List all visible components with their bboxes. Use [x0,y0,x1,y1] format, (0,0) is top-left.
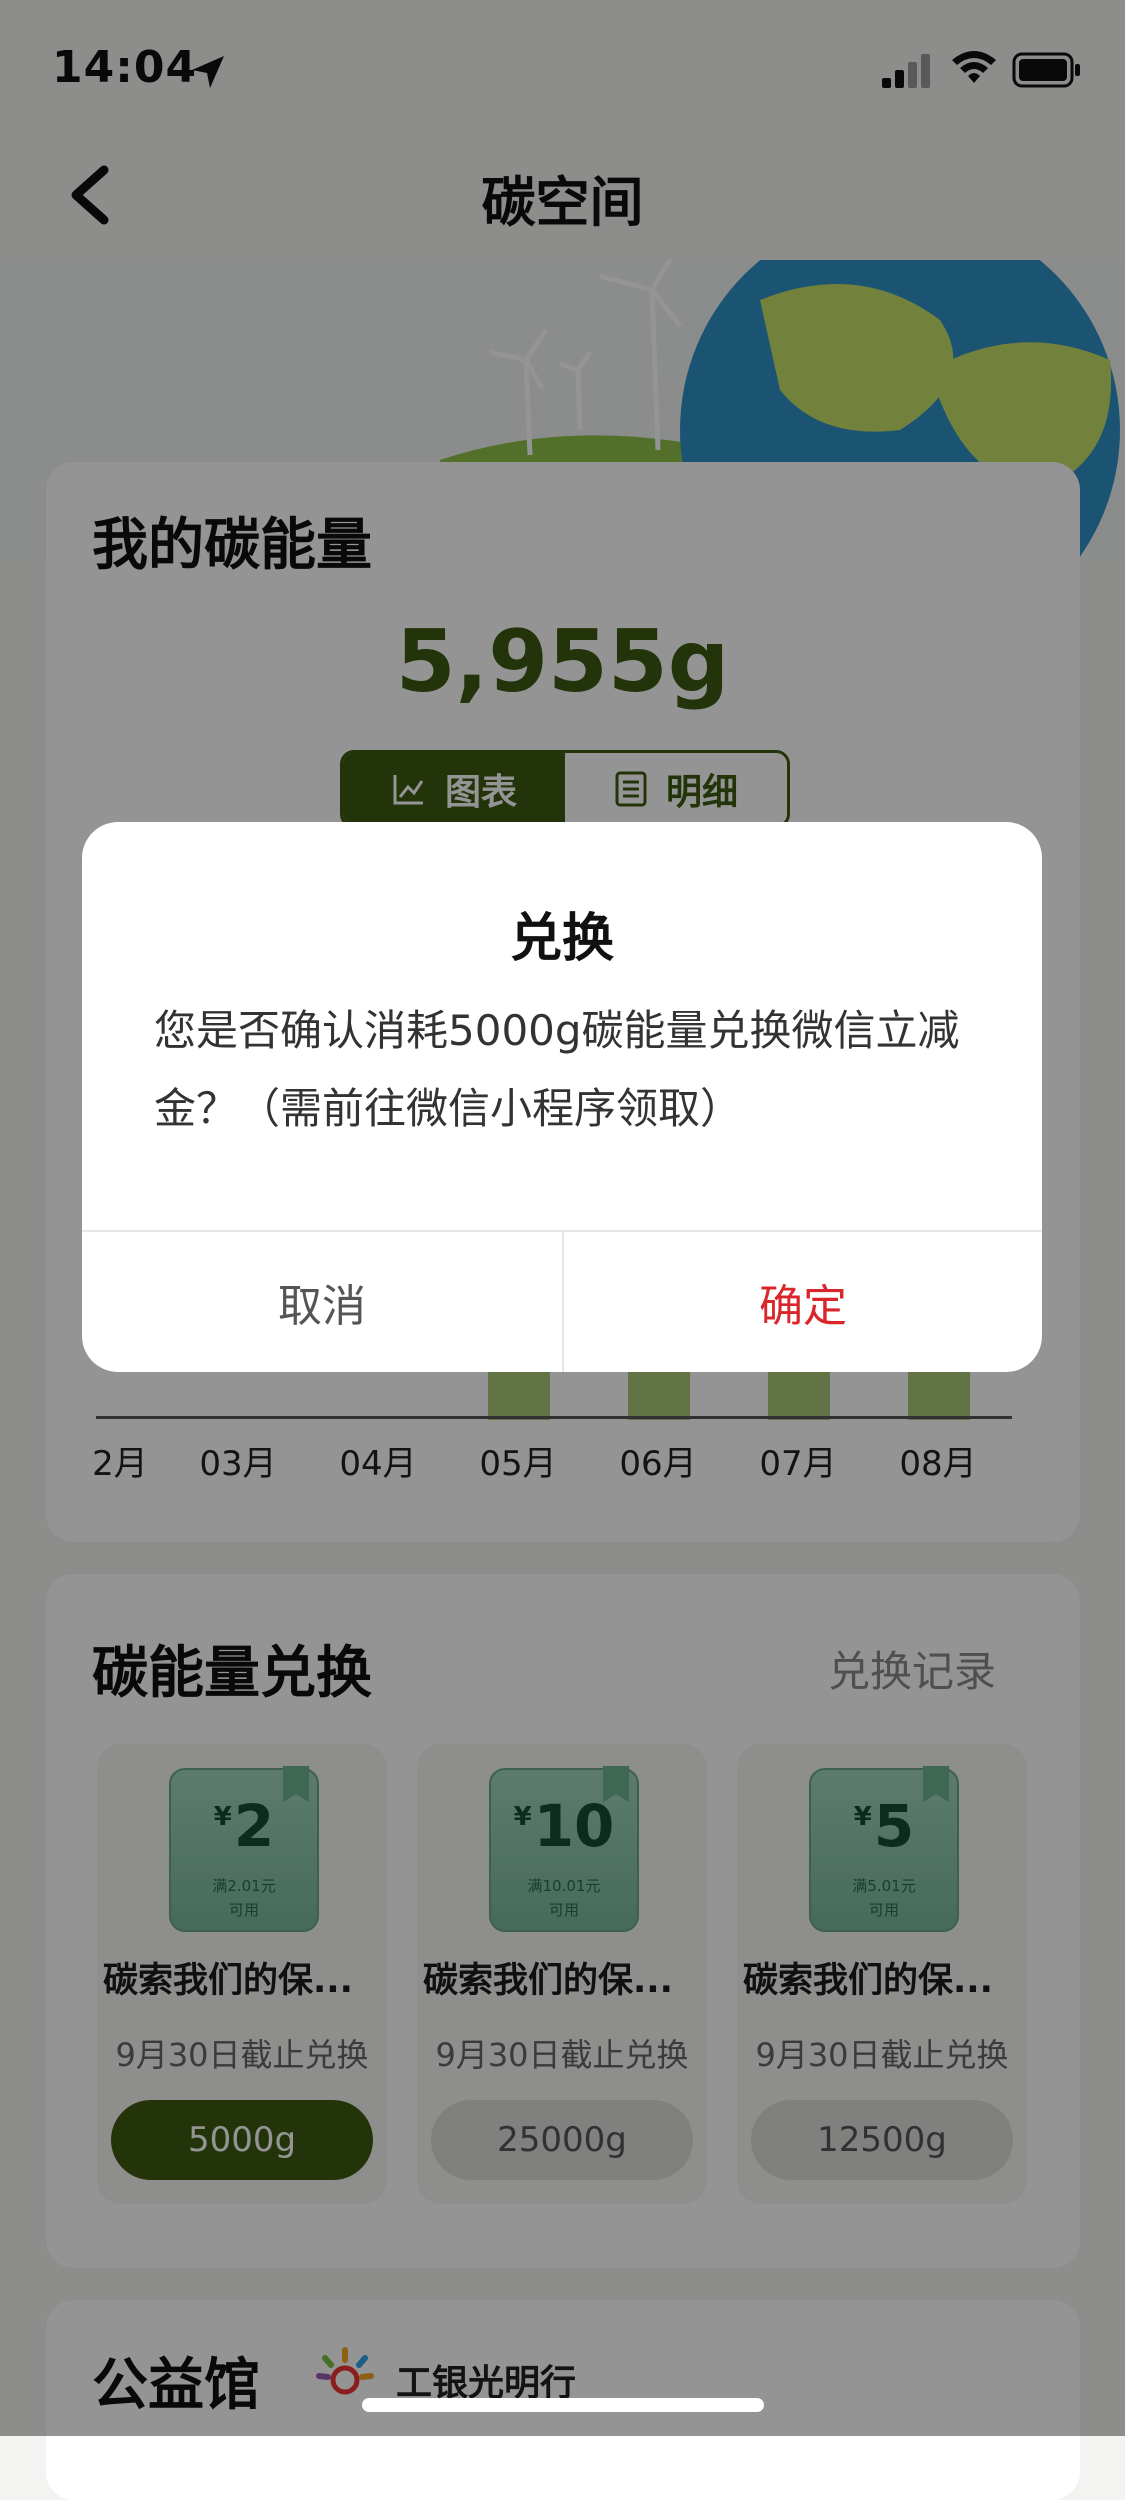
dialog-title: 兑换 [509,909,614,969]
dialog-message: 您是否确认消耗5000g碳能量兑换微信立减金？（需前往微信小程序领取） [154,1006,960,1133]
home-indicator[interactable] [362,2398,764,2412]
cancel-button[interactable]: 取消 [82,1232,562,1372]
confirm-button[interactable]: 确定 [564,1232,1042,1372]
exchange-dialog: 兑换 您是否确认消耗5000g碳能量兑换微信立减金？（需前往微信小程序领取） 取… [82,822,1042,1372]
